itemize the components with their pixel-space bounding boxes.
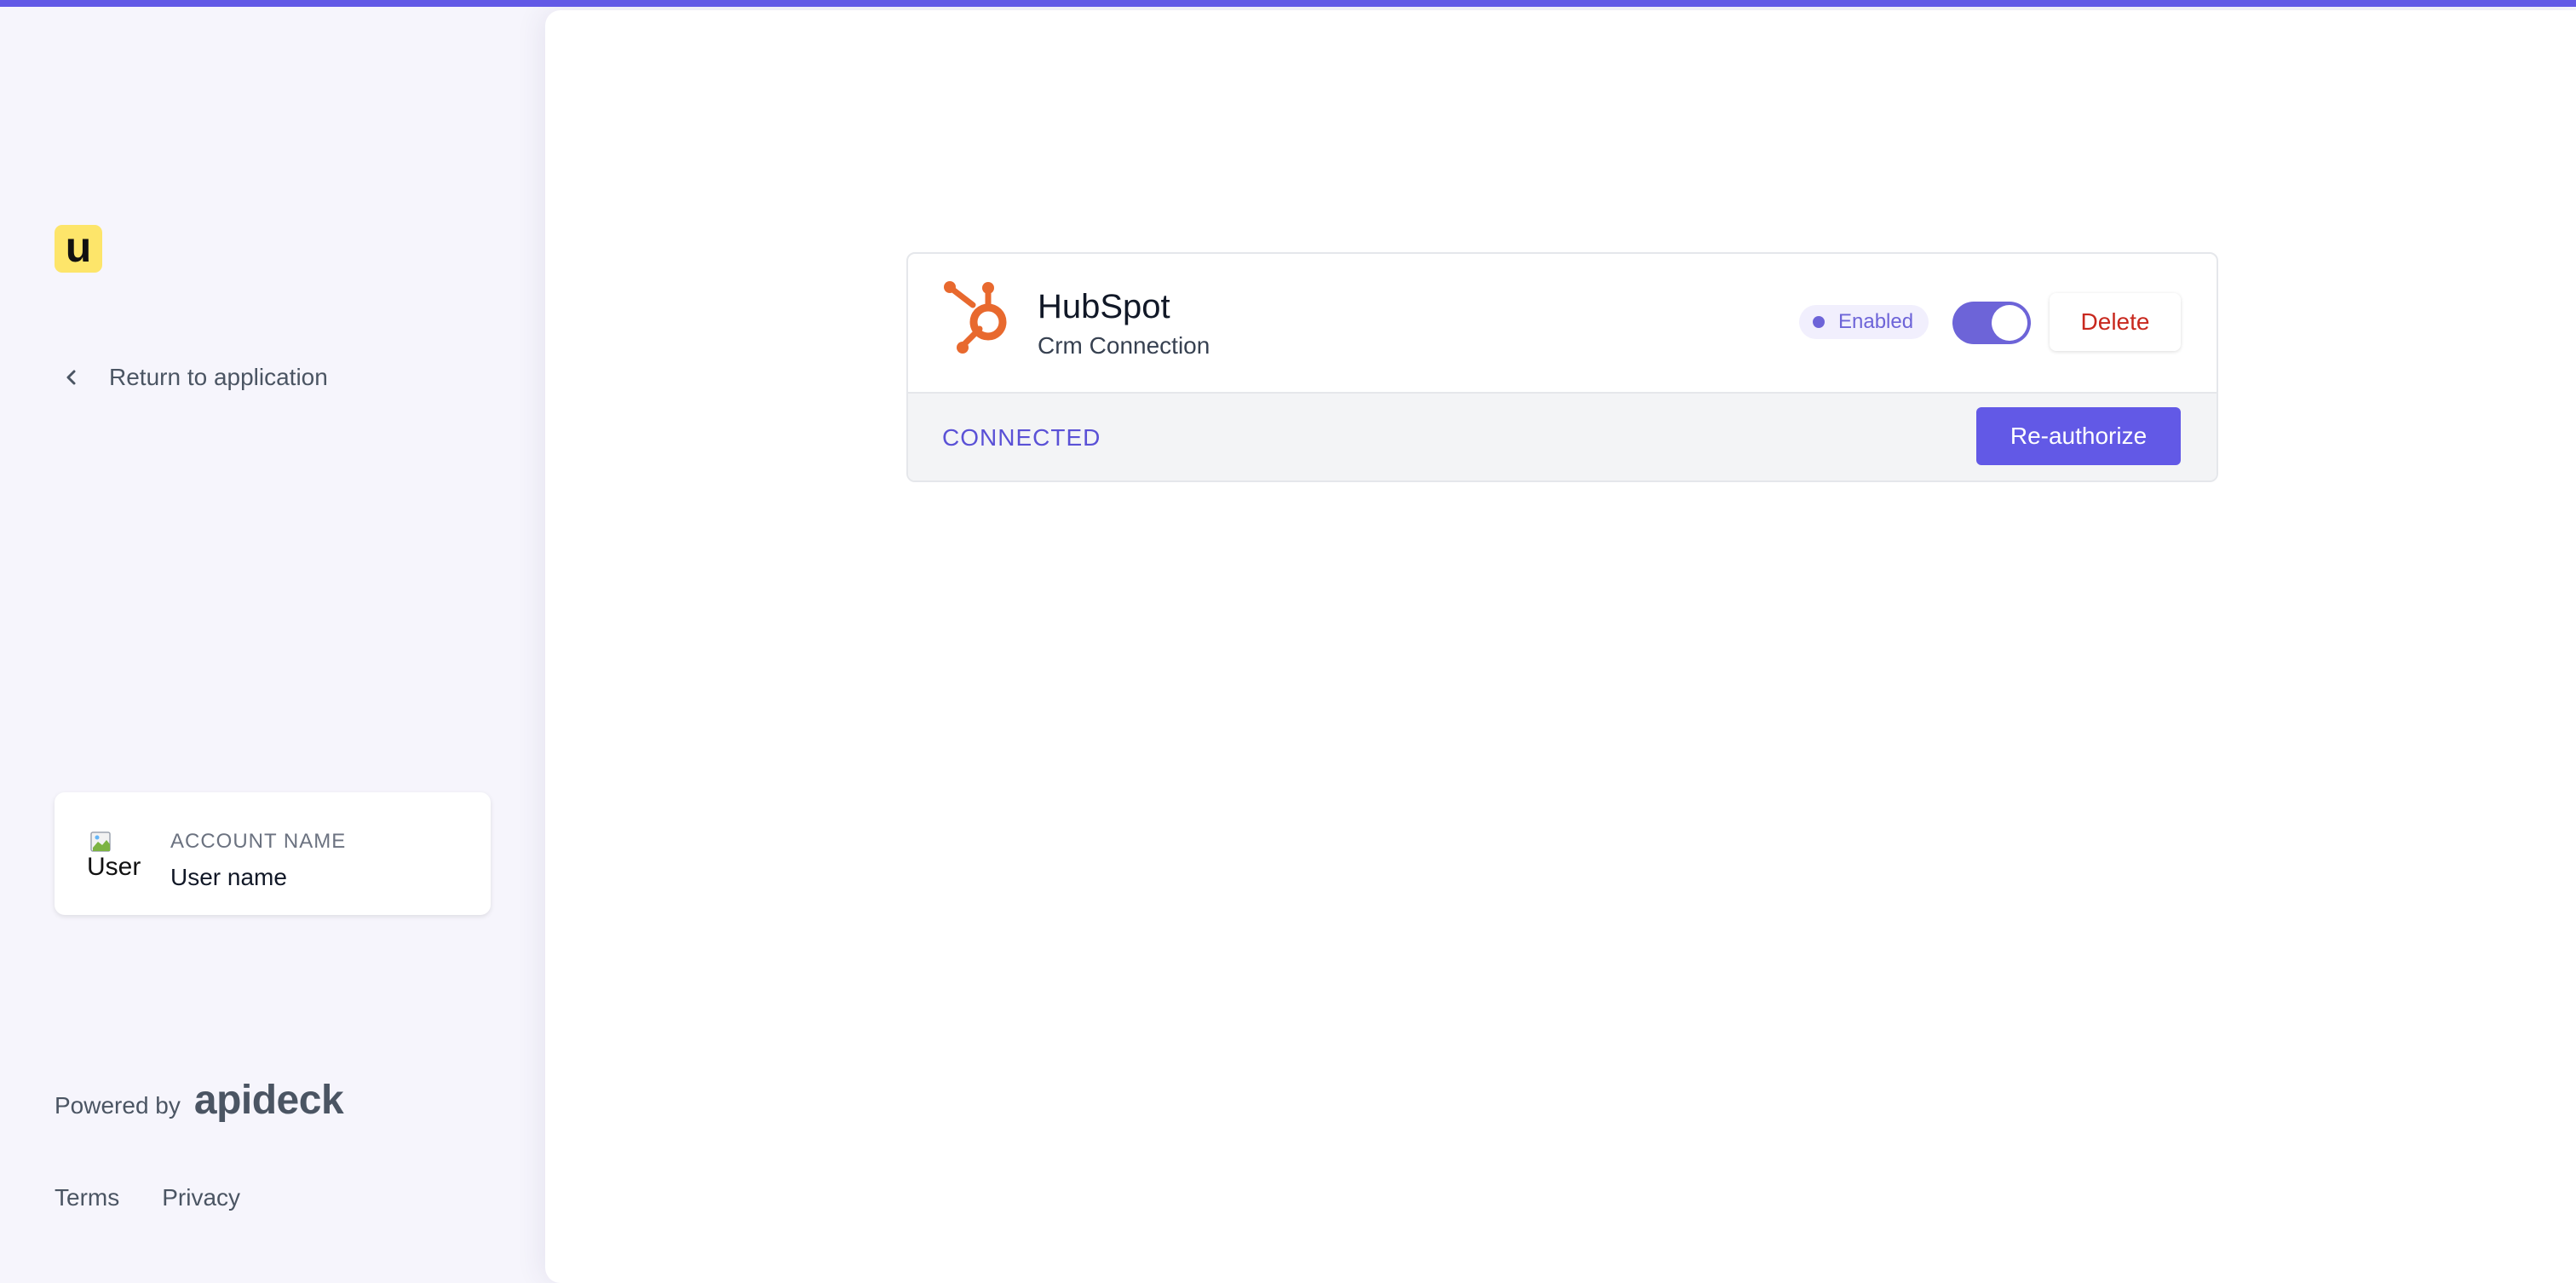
top-accent-bar (0, 0, 2576, 7)
avatar-alt-text: User (87, 853, 141, 881)
chevron-left-icon (55, 360, 89, 394)
connection-header: HubSpot Crm Connection Enabled Delete (908, 254, 2217, 394)
apideck-logo[interactable]: apideck (194, 1077, 344, 1124)
privacy-link[interactable]: Privacy (162, 1184, 240, 1211)
status-badge: Enabled (1799, 305, 1929, 339)
powered-by-label: Powered by (55, 1092, 181, 1119)
status-badge-label: Enabled (1838, 310, 1914, 333)
powered-by: Powered by apideck (55, 1077, 344, 1124)
account-card: User ACCOUNT NAME User name (55, 792, 491, 915)
enabled-toggle[interactable] (1952, 302, 2031, 344)
return-link-label: Return to application (109, 364, 328, 390)
terms-link[interactable]: Terms (55, 1184, 119, 1211)
sidebar: u Return to application User ACCOUNT NAM… (0, 7, 545, 1283)
connection-name: HubSpot (1038, 288, 1170, 325)
toggle-knob (1992, 305, 2027, 341)
avatar: User (87, 828, 148, 889)
app-logo: u (55, 225, 102, 273)
account-name-label: ACCOUNT NAME (170, 830, 347, 853)
connection-subtitle: Crm Connection (1038, 332, 1210, 359)
footer-links: Terms Privacy (55, 1184, 240, 1211)
connection-status: CONNECTED (942, 424, 1101, 451)
hubspot-icon (944, 281, 1007, 354)
delete-button[interactable]: Delete (2050, 293, 2181, 351)
connection-footer: CONNECTED Re-authorize (908, 394, 2217, 480)
return-to-application-link[interactable]: Return to application (55, 356, 328, 399)
account-user-name: User name (170, 864, 287, 890)
status-dot-icon (1813, 316, 1825, 328)
main-panel (545, 10, 2576, 1283)
reauthorize-button[interactable]: Re-authorize (1976, 407, 2181, 465)
connection-card: HubSpot Crm Connection Enabled Delete CO… (906, 252, 2218, 482)
